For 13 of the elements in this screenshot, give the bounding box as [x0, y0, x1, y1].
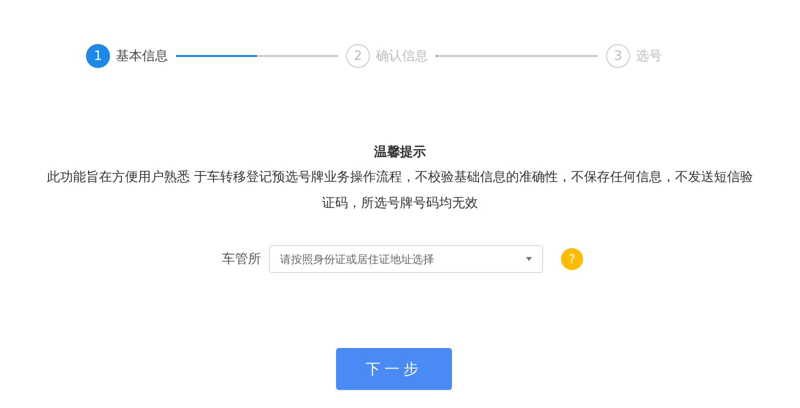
notice-title: 温馨提示: [373, 144, 427, 161]
step-label: 选号: [636, 48, 662, 65]
step-label: 基本信息: [116, 48, 168, 65]
step-number: 2: [346, 44, 370, 68]
step-number: 3: [606, 44, 630, 68]
caret-icon: [526, 257, 532, 261]
step-number: 1: [86, 44, 110, 68]
next-button[interactable]: 下一步: [336, 348, 452, 390]
notice-text: 此功能旨在方便用户熟悉 于车转移登记预选号牌业务操作流程，不校验基础信息的准确性，不保存任何信息，不发送短信验证码，所选号牌号码均无效: [46, 169, 754, 213]
field-label: 车管所: [222, 251, 261, 268]
help-button[interactable]: ?: [561, 248, 583, 270]
step-label: 确认信息: [376, 48, 428, 65]
select-field[interactable]: 请按照身份证或居住证地址选择: [269, 245, 543, 273]
